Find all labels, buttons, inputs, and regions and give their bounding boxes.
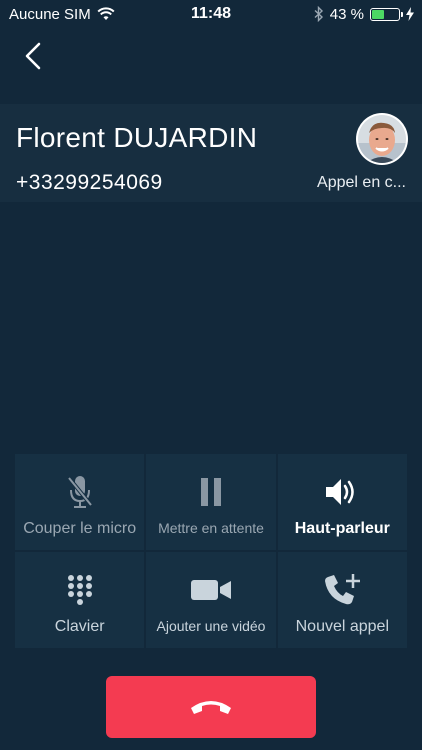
battery-percent: 43 % — [329, 5, 364, 23]
status-right: 43 % — [314, 6, 422, 23]
icon-wrap — [66, 568, 94, 612]
speaker-label: Haut-parleur — [294, 520, 390, 537]
status-left: Aucune SIM — [0, 6, 115, 23]
mute-label: Couper le micro — [23, 520, 137, 537]
caller-name: Florent DUJARDIN — [16, 122, 258, 153]
chevron-left-icon — [25, 42, 41, 70]
pause-icon — [200, 478, 221, 506]
keypad-button[interactable]: Clavier — [15, 552, 145, 648]
back-button[interactable] — [18, 38, 48, 74]
hold-label: Mettre en attente — [158, 520, 264, 536]
keypad-label: Clavier — [54, 618, 105, 635]
status-time: 11:48 — [190, 5, 232, 22]
icon-wrap — [322, 568, 362, 612]
icon-wrap — [190, 568, 232, 612]
add-video-button[interactable]: Ajouter une vidéo — [146, 552, 276, 648]
battery-fill — [372, 9, 385, 19]
mute-button[interactable]: Couper le micro — [15, 454, 145, 550]
carrier-label: Aucune SIM — [9, 5, 91, 23]
icon-wrap — [66, 470, 94, 514]
status-bar: Aucune SIM 11:48 43 % — [0, 0, 422, 28]
avatar — [356, 113, 408, 165]
call-status: Appel en c... — [317, 174, 406, 191]
hangup-button[interactable] — [106, 676, 316, 738]
icon-wrap — [324, 470, 360, 514]
battery-icon — [370, 7, 403, 21]
icon-wrap — [199, 470, 223, 514]
keypad-icon — [67, 575, 92, 605]
add-video-label: Ajouter une vidéo — [156, 618, 266, 634]
bluetooth-icon — [314, 6, 323, 22]
microphone-muted-icon — [67, 476, 93, 508]
hangup-phone-icon — [191, 701, 231, 714]
caller-photo — [358, 115, 406, 163]
hold-button[interactable]: Mettre en attente — [146, 454, 276, 550]
caller-number: +33299254069 — [16, 171, 163, 194]
new-call-label: Nouvel appel — [295, 618, 390, 635]
new-call-button[interactable]: Nouvel appel — [277, 552, 407, 648]
call-actions: Couper le micro Mettre en attente Haut-p… — [15, 454, 407, 648]
video-camera-icon — [190, 580, 231, 600]
charging-bolt-icon — [406, 7, 414, 21]
speaker-button[interactable]: Haut-parleur — [277, 454, 407, 550]
add-call-icon — [325, 574, 361, 605]
speaker-icon — [326, 479, 355, 505]
caller-card: Florent DUJARDIN +33299254069 Appel en c… — [0, 104, 422, 202]
wifi-icon — [97, 7, 115, 20]
